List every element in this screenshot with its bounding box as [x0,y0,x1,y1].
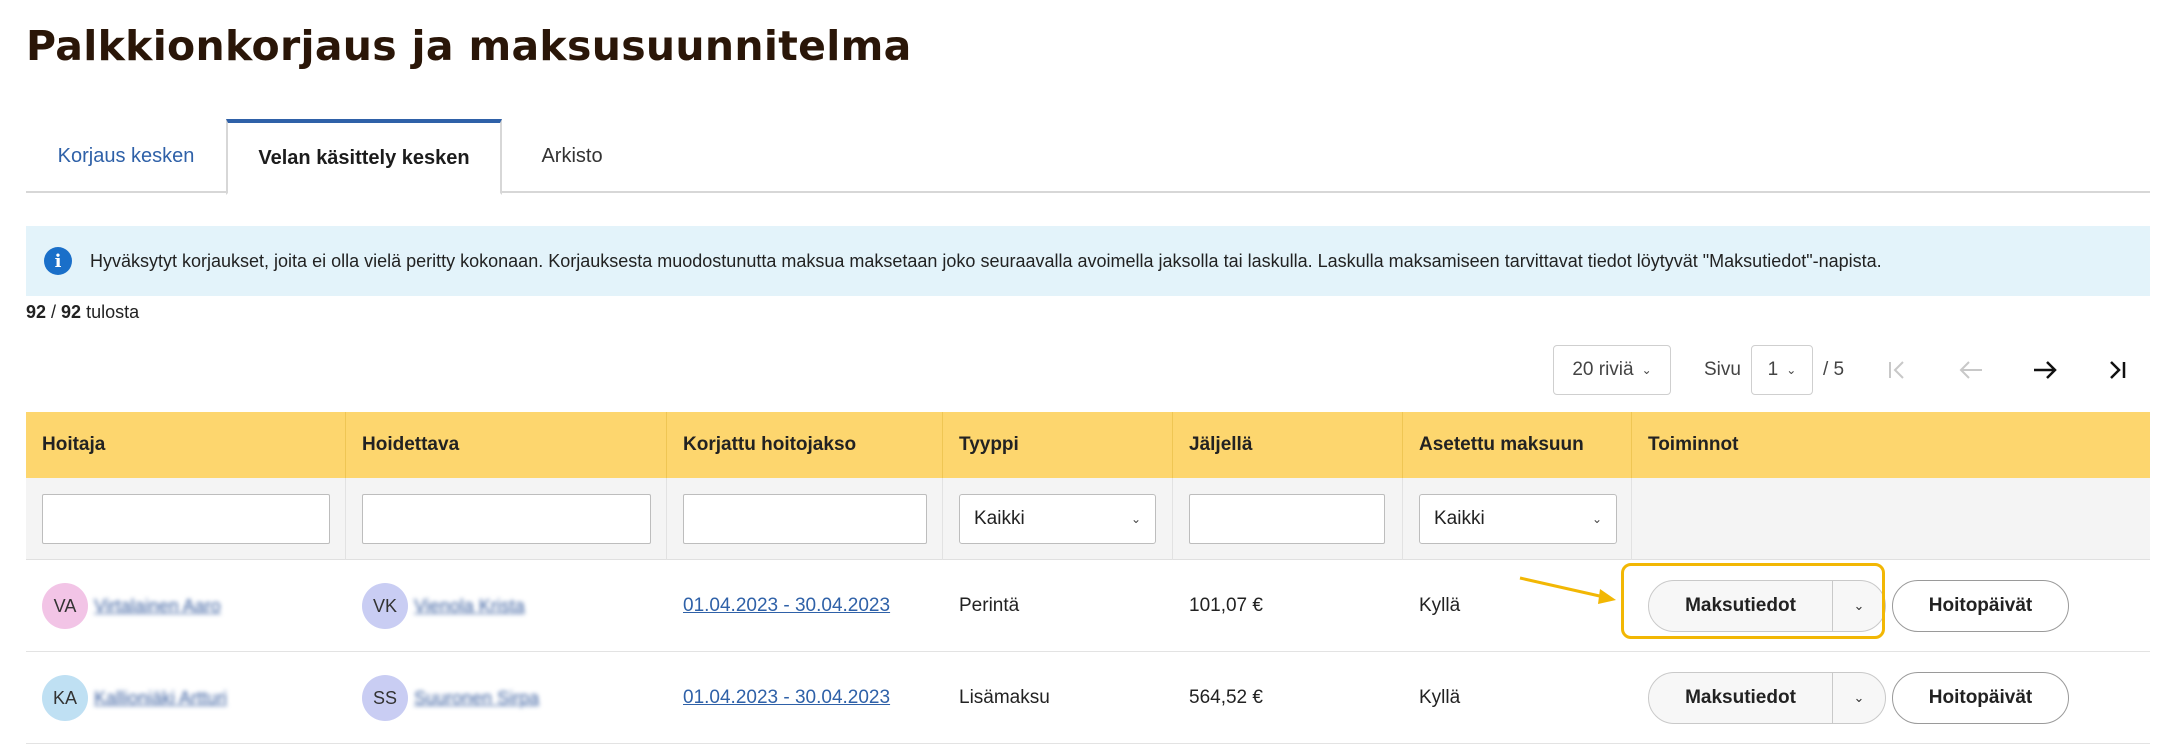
avatar: VK [362,583,408,629]
hoitojakso-link[interactable]: 01.04.2023 - 30.04.2023 [683,595,890,617]
maksutiedot-button[interactable]: Maksutiedot [1649,673,1833,723]
hoitaja-link[interactable]: Kallioniäki Artturi [94,688,227,709]
tab-korjaus-kesken[interactable]: Korjaus kesken [26,119,226,193]
tyyppi-cell: Perintä [959,595,1020,616]
table-row: VA Virtalainen Aaro VK Vienola Krista 01… [26,560,2150,652]
info-icon: i [44,247,72,275]
jaljella-cell: 564,52 € [1189,687,1263,708]
table-row: KA Kallioniäki Artturi SS Suuronen Sirpa… [26,652,2150,744]
page-title: Palkkionkorjaus ja maksusuunnitelma [26,22,912,70]
filter-tyyppi-select[interactable]: Kaikki ⌄ [959,494,1156,544]
chevron-down-icon: ⌄ [1591,512,1602,526]
maksutiedot-split-button: Maksutiedot ⌄ [1648,580,1886,632]
filter-cell: Kaikki ⌄ [1403,478,1632,560]
arrow-left-icon [1959,361,1983,379]
hoitopaivat-button[interactable]: Hoitopäivät [1892,580,2069,632]
tab-velan-kasittely-kesken[interactable]: Velan käsittely kesken [226,119,502,195]
next-page-button[interactable] [2020,345,2070,395]
column-header-hoidettava: Hoidettava [346,412,667,478]
page-label: Sivu [1704,359,1741,380]
chevron-down-icon: ⌄ [1853,598,1865,613]
avatar: KA [42,675,88,721]
filter-cell [1632,478,2150,560]
filter-hoitojakso-input[interactable] [683,494,927,544]
toiminnot-cell: Maksutiedot ⌄ Hoitopäivät [1632,652,2150,744]
filter-row: Kaikki ⌄ Kaikki ⌄ [26,478,2150,560]
hoidettava-link[interactable]: Suuronen Sirpa [414,688,539,709]
column-header-hoitaja: Hoitaja [26,412,346,478]
hoidettava-cell: SS Suuronen Sirpa [346,652,667,744]
previous-page-button[interactable] [1946,345,1996,395]
asetettu-cell: Kyllä [1419,687,1461,708]
info-banner: i Hyväksytyt korjaukset, joita ei olla v… [26,226,2150,296]
filter-hoitaja-input[interactable] [42,494,330,544]
page-total: / 5 [1822,359,1845,380]
rows-per-page-value: 20 riviä [1572,359,1634,380]
column-header-korjattu-hoitojakso: Korjattu hoitojakso [667,412,943,478]
chevron-down-icon: ⌄ [1853,690,1865,705]
rows-per-page-select[interactable]: 20 riviä ⌄ [1553,345,1671,395]
hoitaja-cell: VA Virtalainen Aaro [26,560,346,652]
chevron-down-icon: ⌄ [1130,512,1141,526]
hoidettava-cell: VK Vienola Krista [346,560,667,652]
chevron-down-icon: ⌄ [1786,363,1797,377]
hoitojakso-cell: 01.04.2023 - 30.04.2023 [667,652,943,744]
column-header-toiminnot: Toiminnot [1648,434,1739,455]
result-suffix: tulosta [81,302,140,322]
tab-arkisto[interactable]: Arkisto [502,119,642,193]
maksutiedot-button[interactable]: Maksutiedot [1649,581,1833,631]
column-header-tyyppi: Tyyppi [943,412,1173,478]
data-table: Hoitaja Hoidettava Korjattu hoitojakso T… [26,412,2150,744]
last-page-button[interactable] [2092,345,2142,395]
filter-cell: Kaikki ⌄ [943,478,1173,560]
hoitopaivat-button[interactable]: Hoitopäivät [1892,672,2069,724]
avatar: VA [42,583,88,629]
filter-cell [346,478,667,560]
result-count: 92 / 92 tulosta [26,302,139,323]
maksutiedot-split-button: Maksutiedot ⌄ [1648,672,1886,724]
first-page-button[interactable] [1872,345,1922,395]
filter-cell [26,478,346,560]
filter-cell [1173,478,1403,560]
asetettu-cell: Kyllä [1419,595,1461,616]
hoidettava-link[interactable]: Vienola Krista [414,596,525,617]
info-text: Hyväksytyt korjaukset, joita ei olla vie… [90,250,1882,271]
tyyppi-cell: Lisämaksu [959,687,1050,708]
filter-tyyppi-value: Kaikki [974,508,1025,529]
filter-hoidettava-input[interactable] [362,494,651,544]
hoitojakso-link[interactable]: 01.04.2023 - 30.04.2023 [683,687,890,709]
last-page-icon [2110,361,2126,379]
hoitojakso-cell: 01.04.2023 - 30.04.2023 [667,560,943,652]
page-select-value: 1 [1767,359,1779,380]
chevron-down-icon: ⌄ [1641,363,1652,377]
filter-cell [667,478,943,560]
filter-asetettu-select[interactable]: Kaikki ⌄ [1419,494,1617,544]
column-header-jaljella: Jäljellä [1173,412,1403,478]
filter-jaljella-input[interactable] [1189,494,1385,544]
result-separator: / [46,302,62,322]
first-page-icon [1889,361,1904,379]
page-select[interactable]: 1 ⌄ [1750,345,1813,395]
toiminnot-cell: Maksutiedot ⌄ Hoitopäivät [1632,560,2150,652]
avatar: SS [362,675,408,721]
column-header-asetettu-maksuun: Asetettu maksuun [1403,412,1632,478]
table-header: Hoitaja Hoidettava Korjattu hoitojakso T… [26,412,2150,478]
filter-asetettu-value: Kaikki [1434,508,1485,529]
arrow-right-icon [2034,361,2057,379]
maksutiedot-dropdown-toggle[interactable]: ⌄ [1833,673,1885,723]
pagination: 20 riviä ⌄ Sivu 1 ⌄ / 5 [1553,345,2142,395]
result-total: 92 [61,302,82,322]
annotation-arrow-icon [1519,576,1616,604]
tab-bar: Korjaus kesken Velan käsittely kesken Ar… [26,119,2150,195]
maksutiedot-dropdown-toggle[interactable]: ⌄ [1833,581,1885,631]
hoitaja-link[interactable]: Virtalainen Aaro [94,596,221,617]
jaljella-cell: 101,07 € [1189,595,1263,616]
result-shown: 92 [26,302,47,322]
hoitaja-cell: KA Kallioniäki Artturi [26,652,346,744]
